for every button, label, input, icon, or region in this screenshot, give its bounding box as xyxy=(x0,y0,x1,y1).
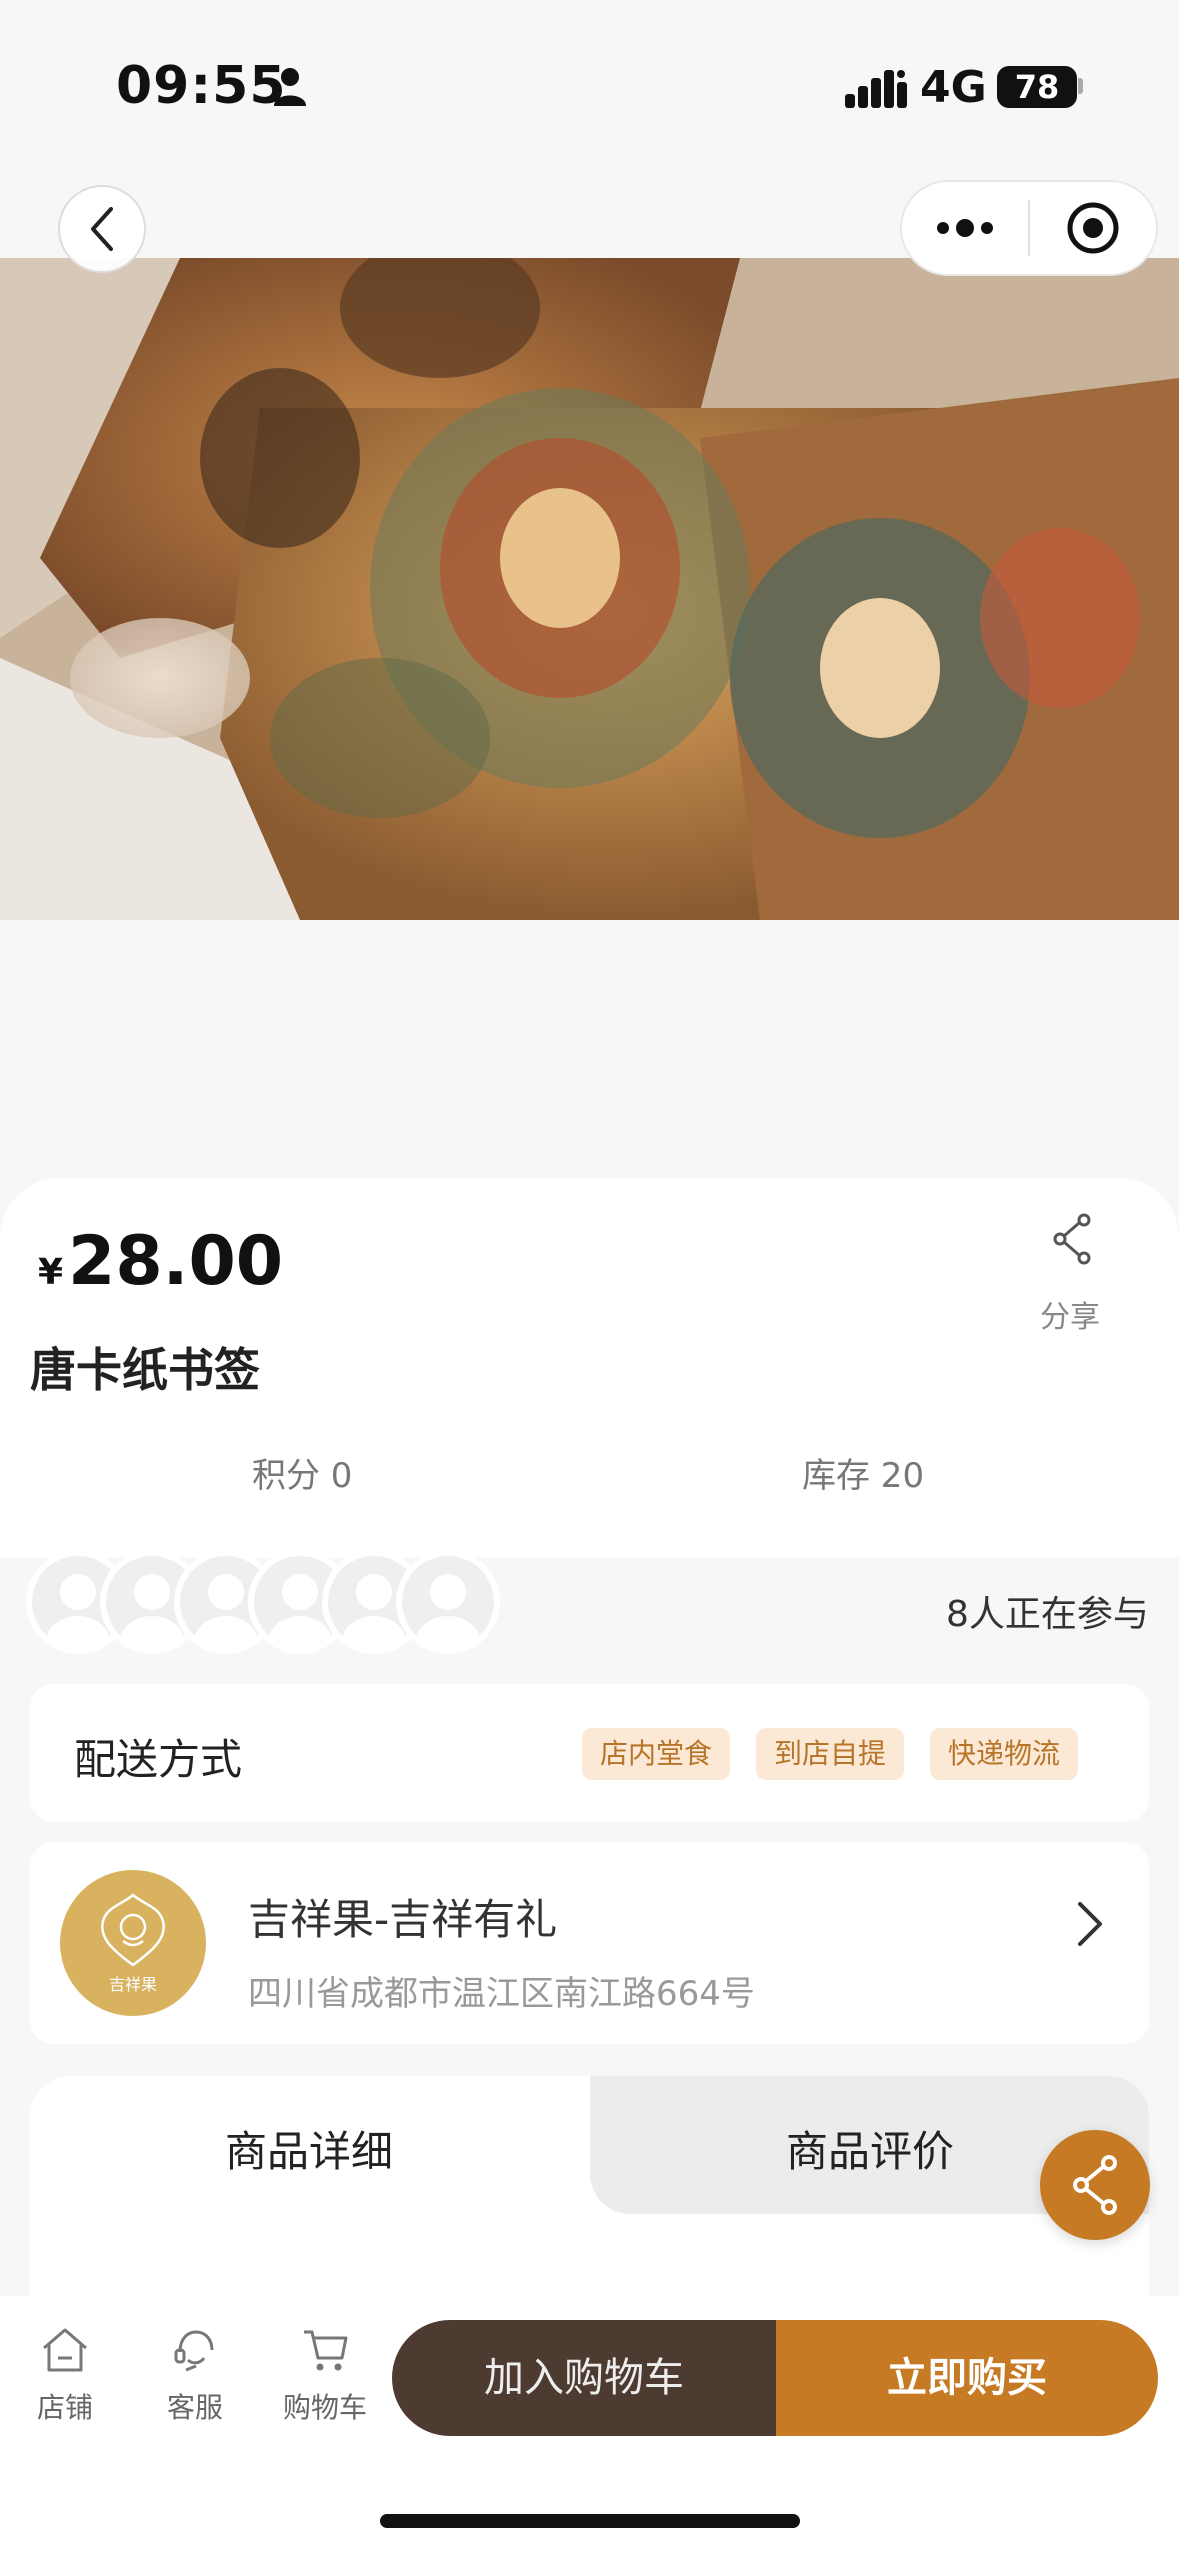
currency-symbol: ¥ xyxy=(38,1252,64,1293)
store-logo: 吉祥果 xyxy=(60,1870,206,2016)
cart-button[interactable]: 购物车 xyxy=(270,2326,380,2426)
stock-info: 库存 20 xyxy=(802,1456,925,1496)
product-title: 唐卡纸书签 xyxy=(30,1343,260,1397)
shop-button[interactable]: 店铺 xyxy=(10,2326,120,2426)
shop-label: 店铺 xyxy=(36,2391,93,2424)
close-miniprogram-button[interactable] xyxy=(1030,182,1156,274)
more-button[interactable] xyxy=(902,182,1028,274)
tab-reviews[interactable]: 商品评价 xyxy=(786,2118,954,2179)
product-image[interactable] xyxy=(0,258,1179,920)
thangka-bookmarks-image xyxy=(0,258,1179,920)
status-time: 09:55 xyxy=(116,56,287,116)
floating-share-button[interactable] xyxy=(1040,2130,1150,2240)
share-icon xyxy=(1073,2155,1117,2215)
product-price: 28.00 xyxy=(68,1222,284,1301)
delivery-tag-express[interactable]: 快递物流 xyxy=(930,1728,1079,1780)
store-logo-text: 吉祥果 xyxy=(108,1975,157,1994)
target-icon xyxy=(1067,202,1119,254)
participants-count: 8人正在参与 xyxy=(946,1594,1149,1635)
person-icon xyxy=(274,68,306,106)
store-address: 四川省成都市温江区南江路664号 xyxy=(248,1974,755,2014)
network-label: 4G xyxy=(920,62,987,113)
avatar xyxy=(396,1550,500,1654)
store-name[interactable]: 吉祥果-吉祥有礼 xyxy=(248,1886,557,1947)
share-label[interactable]: 分享 xyxy=(1040,1292,1100,1336)
battery-tip xyxy=(1078,78,1083,94)
participant-avatars xyxy=(26,1550,506,1654)
battery-indicator: 78 xyxy=(997,66,1077,108)
miniprogram-capsule xyxy=(900,180,1158,276)
tab-details[interactable]: 商品详细 xyxy=(225,2118,393,2179)
home-icon xyxy=(43,2328,87,2372)
chevron-right-icon[interactable] xyxy=(1072,1896,1108,1952)
cart-label: 购物车 xyxy=(282,2391,367,2424)
buy-now-button[interactable]: 立即购买 xyxy=(776,2320,1158,2436)
customer-service-icon xyxy=(174,2330,214,2372)
share-icon[interactable] xyxy=(1050,1212,1094,1266)
home-indicator xyxy=(380,2514,800,2528)
service-button[interactable]: 客服 xyxy=(140,2326,250,2426)
back-button[interactable] xyxy=(58,185,146,273)
signal-icon xyxy=(845,70,907,108)
service-label: 客服 xyxy=(166,2391,223,2424)
delivery-tag-pickup[interactable]: 到店自提 xyxy=(756,1728,905,1780)
shopping-cart-icon xyxy=(304,2330,348,2371)
battery-level: 78 xyxy=(1014,68,1060,106)
deity-emblem-icon xyxy=(100,1893,166,1967)
add-to-cart-button[interactable]: 加入购物车 xyxy=(392,2320,776,2436)
chevron-left-icon xyxy=(91,207,113,251)
delivery-label: 配送方式 xyxy=(74,1735,243,1784)
more-dots-icon xyxy=(937,219,993,237)
delivery-tag-dine-in[interactable]: 店内堂食 xyxy=(582,1728,731,1780)
points-info: 积分 0 xyxy=(252,1456,353,1496)
